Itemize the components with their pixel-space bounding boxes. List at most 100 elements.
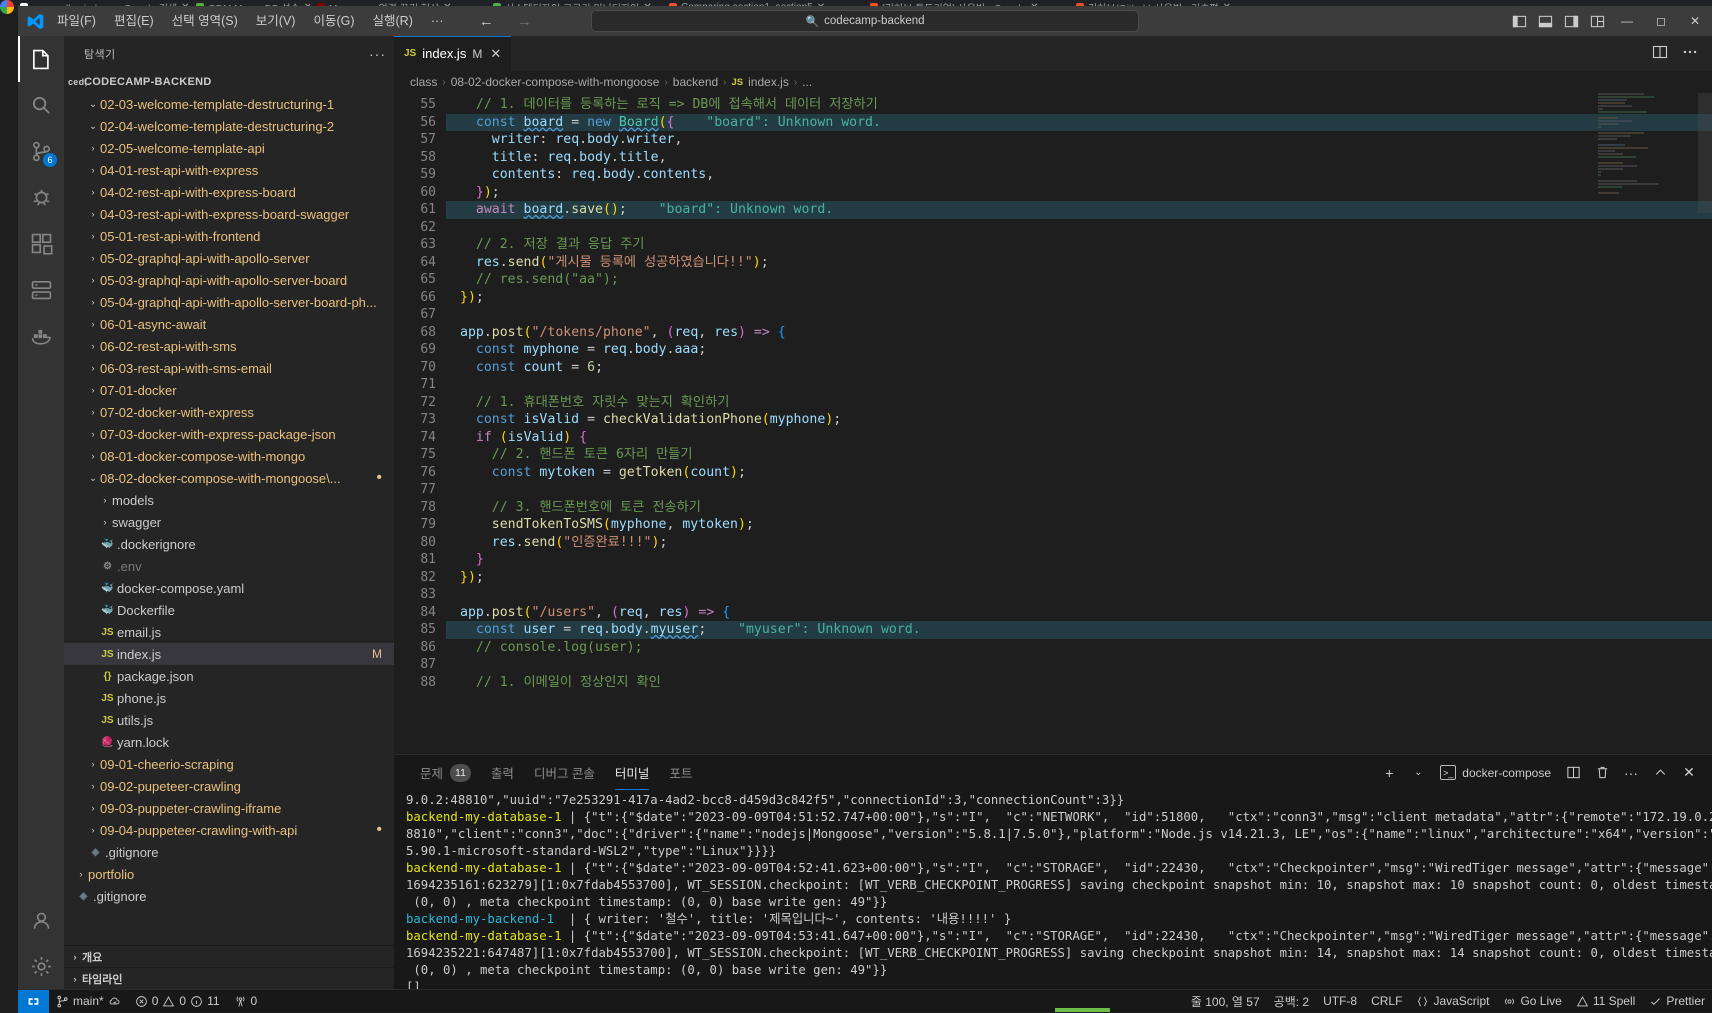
code-line[interactable]: const board = new Board({ "board": Unkno… (446, 114, 1712, 132)
chevron-right-icon[interactable]: › (86, 209, 100, 220)
chevron-right-icon[interactable]: › (86, 341, 100, 352)
close-panel-icon[interactable]: ✕ (1676, 760, 1702, 786)
tree-item[interactable]: JSutils.js (64, 709, 394, 731)
activity-docker[interactable] (18, 312, 64, 358)
trash-icon[interactable] (1589, 760, 1615, 786)
code-line[interactable]: // 1. 데이터를 등록하는 로직 => DB에 접속해서 데이터 저장하기 (446, 96, 1712, 114)
activity-accounts[interactable] (18, 897, 64, 943)
back-arrow-icon[interactable]: ← (478, 13, 494, 30)
code-line[interactable]: const mytoken = getToken(count); (446, 464, 1712, 482)
tree-item[interactable]: ›08-01-docker-compose-with-mongo (64, 445, 394, 467)
tree-item[interactable]: ›07-01-docker (64, 379, 394, 401)
status-problems[interactable]: 0 0 11 (128, 990, 227, 1013)
code-line[interactable]: // 2. 핸드폰 토큰 6자리 만들기 (446, 446, 1712, 464)
chevron-right-icon[interactable]: › (86, 165, 100, 176)
tree-item[interactable]: ›02-05-welcome-template-api (64, 137, 394, 159)
activity-settings[interactable] (18, 943, 64, 989)
sidebar-more-actions-icon[interactable]: ··· (369, 46, 386, 62)
code-line[interactable]: const isValid = checkValidationPhone(myp… (446, 411, 1712, 429)
chevron-right-icon[interactable]: › (98, 517, 112, 528)
menu-1[interactable]: 편집(E) (105, 6, 163, 36)
chevron-right-icon[interactable]: › (98, 495, 112, 506)
code-line[interactable] (446, 219, 1712, 237)
tree-item[interactable]: 🐳Dockerfile (64, 599, 394, 621)
toggle-panel-icon[interactable] (1532, 6, 1558, 36)
panel-tab-포트[interactable]: 포트 (659, 755, 702, 790)
code-line[interactable] (446, 656, 1712, 674)
workspace-root-header[interactable]: ced; CODECAMP-BACKEND (64, 71, 394, 93)
terminal-output[interactable]: 9.0.2:48810","uuid":"7e253291-417a-4ad2-… (394, 790, 1712, 989)
tree-item[interactable]: ›09-01-cheerio-scraping (64, 753, 394, 775)
tree-item[interactable]: ›06-02-rest-api-with-sms (64, 335, 394, 357)
tree-item[interactable]: ›06-01-async-await (64, 313, 394, 335)
status-prettier[interactable]: Prettier (1642, 990, 1712, 1013)
tree-item[interactable]: ›07-03-docker-with-express-package-json (64, 423, 394, 445)
chevron-down-icon[interactable]: ⌄ (1405, 760, 1431, 786)
toggle-primary-sidebar-icon[interactable] (1506, 6, 1532, 36)
panel-tab-문제[interactable]: 문제11 (410, 755, 481, 790)
chevron-right-icon[interactable]: › (86, 363, 100, 374)
scrollbar-thumb[interactable] (1698, 93, 1712, 213)
menu-6[interactable]: ··· (422, 6, 453, 36)
code-line[interactable]: // 3. 핸드폰번호에 토큰 전송하기 (446, 499, 1712, 517)
code-line[interactable]: // res.send("aa"); (446, 271, 1712, 289)
chevron-right-icon[interactable]: › (86, 451, 100, 462)
chevron-right-icon[interactable]: › (86, 781, 100, 792)
activity-explorer[interactable] (18, 36, 64, 82)
status-eol[interactable]: CRLF (1364, 990, 1409, 1013)
tree-item[interactable]: ⌄08-02-docker-compose-with-mongoose\...• (64, 467, 394, 489)
maximize-panel-icon[interactable] (1647, 760, 1673, 786)
tree-item[interactable]: JSphone.js (64, 687, 394, 709)
code-line[interactable]: title: req.body.title, (446, 149, 1712, 167)
active-terminal-selector[interactable]: >_ docker-compose (1434, 765, 1557, 780)
tree-item[interactable]: ›09-04-puppeteer-crawling-with-api• (64, 819, 394, 841)
code-line[interactable]: // 1. 이메일이 정상인지 확인 (446, 674, 1712, 692)
code-line[interactable]: const myphone = req.body.aaa; (446, 341, 1712, 359)
tree-item[interactable]: ›04-03-rest-api-with-express-board-swagg… (64, 203, 394, 225)
chevron-right-icon[interactable]: › (86, 231, 100, 242)
close-icon[interactable]: ✕ (490, 46, 501, 62)
close-button[interactable]: ✕ (1678, 6, 1712, 36)
activity-search[interactable] (18, 82, 64, 128)
forward-arrow-icon[interactable]: → (516, 13, 532, 30)
sidebar-section-타임라인[interactable]: ›타임라인 (64, 967, 394, 989)
breadcrumb-item[interactable]: index.js (748, 75, 789, 89)
activity-extensions[interactable] (18, 220, 64, 266)
chevron-right-icon[interactable]: › (86, 407, 100, 418)
chevron-right-icon[interactable]: › (86, 803, 100, 814)
split-editor-icon[interactable] (1652, 44, 1668, 63)
tree-item[interactable]: ›05-01-rest-api-with-frontend (64, 225, 394, 247)
breadcrumb-item[interactable]: class (410, 75, 437, 89)
menu-bar[interactable]: 파일(F)편집(E)선택 영역(S)보기(V)이동(G)실행(R)··· (48, 6, 452, 36)
split-terminal-icon[interactable] (1560, 760, 1586, 786)
tree-item[interactable]: ◈.gitignore (64, 841, 394, 863)
status-branch[interactable]: main* (49, 990, 128, 1013)
tree-item[interactable]: 🧶yarn.lock (64, 731, 394, 753)
chevron-right-icon[interactable]: › (74, 869, 88, 880)
command-center[interactable]: 🔍 codecamp-backend (591, 10, 1139, 32)
code-line[interactable]: app.post("/tokens/phone", (req, res) => … (446, 324, 1712, 342)
activity-run-and-debug[interactable] (18, 174, 64, 220)
tree-item[interactable]: ⌄02-03-welcome-template-destructuring-1 (64, 93, 394, 115)
tree-item[interactable]: ›09-02-pupeteer-crawling (64, 775, 394, 797)
more-actions-icon[interactable] (1682, 44, 1698, 63)
code-line[interactable]: // console.log(user); (446, 639, 1712, 657)
file-tree[interactable]: ⌄02-03-welcome-template-destructuring-1⌄… (64, 93, 394, 945)
tree-item[interactable]: ›04-02-rest-api-with-express-board (64, 181, 394, 203)
tree-item[interactable]: {}package.json (64, 665, 394, 687)
code-line[interactable]: // 2. 저장 결과 응답 주기 (446, 236, 1712, 254)
tree-item[interactable]: 🐳docker-compose.yaml (64, 577, 394, 599)
tree-item[interactable]: ⌄02-04-welcome-template-destructuring-2 (64, 115, 394, 137)
chevron-right-icon[interactable]: › (86, 297, 100, 308)
tree-item[interactable]: ›09-03-puppeter-crawling-iframe (64, 797, 394, 819)
tree-item[interactable]: 🐳.dockerignore (64, 533, 394, 555)
code-line[interactable]: }); (446, 569, 1712, 587)
status-indentation[interactable]: 공백: 2 (1267, 990, 1316, 1013)
panel-tab-터미널[interactable]: 터미널 (605, 755, 660, 790)
menu-3[interactable]: 보기(V) (247, 6, 305, 36)
chevron-down-icon[interactable]: ⌄ (86, 473, 100, 484)
code-line[interactable]: app.post("/users", (req, res) => { (446, 604, 1712, 622)
status-spell-checker[interactable]: 11 Spell (1569, 990, 1642, 1013)
status-ports[interactable]: 0 (227, 990, 265, 1013)
chevron-right-icon[interactable]: › (86, 759, 100, 770)
